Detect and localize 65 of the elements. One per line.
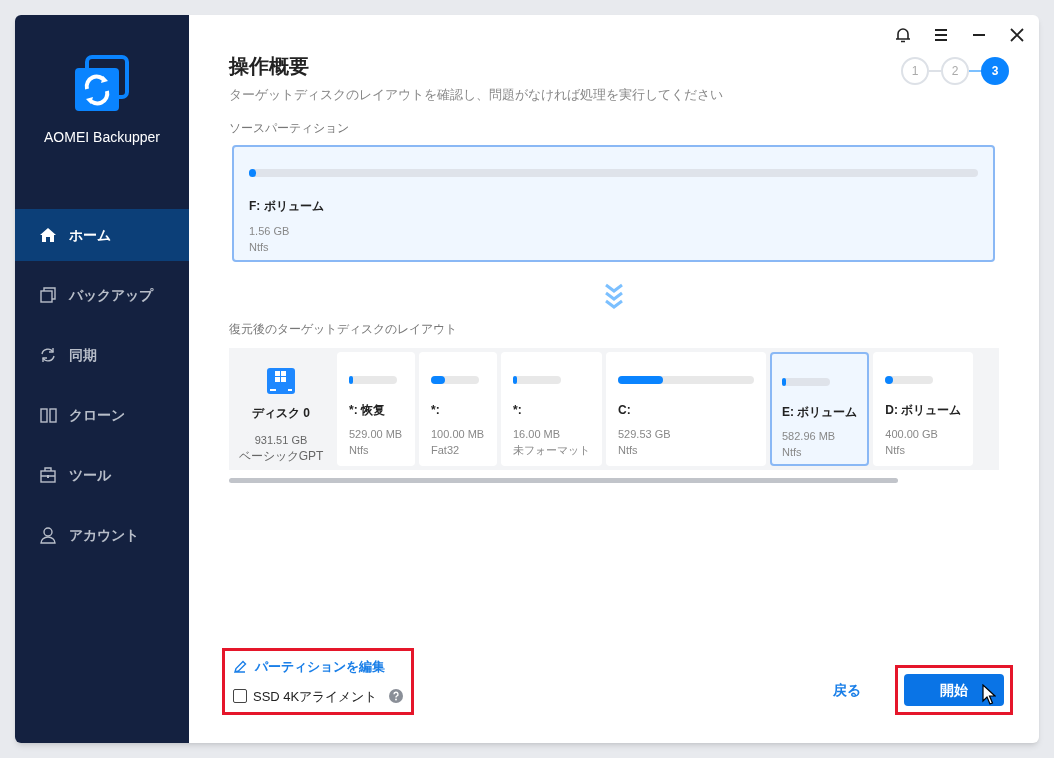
app-logo-icon <box>73 55 131 113</box>
help-icon[interactable] <box>389 689 404 704</box>
step-indicator: 1 <box>901 57 929 85</box>
partition-name: *: 恢复 <box>349 401 386 418</box>
home-icon <box>39 226 57 244</box>
partition-card[interactable]: *: 恢复 529.00 MB Ntfs <box>337 351 415 466</box>
sidebar-item[interactable]: ツール <box>15 449 189 501</box>
partition-size: 582.96 MB <box>782 428 837 444</box>
scrollbar[interactable] <box>229 477 898 483</box>
partition-size: 1.56 GB <box>249 223 291 239</box>
double-chevron-down-icon <box>603 281 625 310</box>
partition-filesystem: Ntfs <box>782 444 803 460</box>
disk-type: ベーシックGPT <box>238 448 324 464</box>
menu-icon[interactable] <box>933 27 949 43</box>
pencil-icon <box>233 659 247 674</box>
partition-filesystem: Ntfs <box>885 442 906 458</box>
stacked-squares-icon <box>39 286 57 304</box>
sidebar-item[interactable]: バックアップ <box>15 269 189 321</box>
partition-name: C: <box>618 401 632 418</box>
partition-filesystem: Ntfs <box>249 240 270 255</box>
partition-name: F: ボリューム <box>249 197 325 215</box>
partition-filesystem: Ntfs <box>349 442 370 458</box>
disk-name: ディスク 0 <box>252 404 310 422</box>
edit-partition-link[interactable]: パーティションを編集 <box>233 657 404 677</box>
sidebar-item[interactable]: 同期 <box>15 329 189 381</box>
sidebar-item[interactable]: ホーム <box>15 209 189 261</box>
page-subtitle: ターゲットディスクのレイアウトを確認し、問題がなければ処理を実行してください <box>229 86 723 104</box>
page-title: 操作概要 <box>229 54 310 79</box>
partition-name: E: ボリューム <box>782 403 858 420</box>
toolbox-icon <box>39 466 57 484</box>
section-heading: ソースパーティション <box>229 119 350 137</box>
checkbox[interactable] <box>233 689 247 704</box>
mouse-cursor-icon <box>982 684 996 706</box>
step-indicator: 2 <box>941 57 969 85</box>
partition-name: D: ボリューム <box>885 401 962 418</box>
partition-size: 529.00 MB <box>349 426 403 442</box>
section-heading: 復元後のターゲットディスクのレイアウト <box>229 320 458 338</box>
sidebar-item[interactable]: クローン <box>15 389 189 441</box>
two-columns-icon <box>39 406 57 424</box>
partition-size: 529.53 GB <box>618 426 672 442</box>
start-button[interactable]: 開始 <box>904 674 1004 706</box>
partition-size: 100.00 MB <box>431 426 485 442</box>
partition-filesystem: Fat32 <box>431 442 461 458</box>
partition-filesystem: Ntfs <box>618 442 639 458</box>
partition-card[interactable]: C: 529.53 GB Ntfs <box>606 351 766 466</box>
checkbox-label: SSD 4Kアライメント <box>253 687 378 706</box>
app-name: AOMEI Backupper <box>44 128 160 147</box>
partition-name: *: <box>513 401 523 418</box>
partition-card[interactable]: D: ボリューム 400.00 GB Ntfs <box>873 351 974 466</box>
partition-size: 16.00 MB <box>513 426 562 442</box>
step-indicator: 3 <box>981 57 1009 85</box>
sidebar-item[interactable]: アカウント <box>15 509 189 561</box>
source-partition-card[interactable]: F: ボリューム 1.56 GB Ntfs <box>232 144 995 262</box>
partition-card[interactable]: *: 100.00 MB Fat32 <box>419 351 497 466</box>
disk-size: 931.51 GB <box>254 432 308 448</box>
sync-icon <box>39 346 57 364</box>
partition-card[interactable]: E: ボリューム 582.96 MB Ntfs <box>770 351 870 466</box>
partition-name: *: <box>431 401 441 418</box>
partition-card[interactable]: *: 16.00 MB 未フォーマット <box>501 351 602 466</box>
close-icon[interactable] <box>1009 27 1025 43</box>
partition-filesystem: 未フォーマット <box>513 442 590 458</box>
person-icon <box>39 526 57 544</box>
back-button[interactable]: 戻る <box>833 679 861 701</box>
partition-size: 400.00 GB <box>885 426 939 442</box>
bell-icon[interactable] <box>895 27 911 43</box>
